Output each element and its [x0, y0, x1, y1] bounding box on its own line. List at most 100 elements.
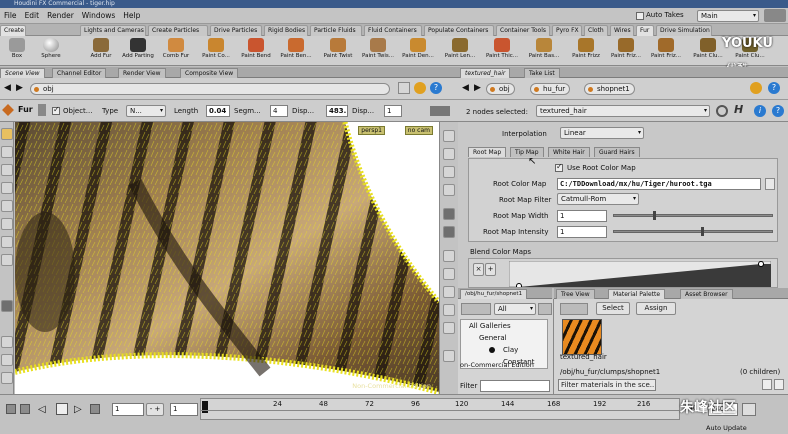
lightbulb-icon[interactable]	[414, 82, 426, 94]
disp1-field[interactable]: 483.	[326, 105, 348, 117]
tool-paint-base[interactable]: Paint Bas...	[524, 38, 564, 59]
menu-render[interactable]: Render	[43, 11, 78, 20]
step-back-icon[interactable]	[20, 404, 30, 414]
translate-tool-icon[interactable]	[1, 146, 13, 158]
realtime-toggle-icon[interactable]	[742, 403, 756, 416]
snap-tool-icon[interactable]	[1, 336, 13, 348]
frame-ruler[interactable]: 24 48 72 96 120 144 168 192 216	[200, 398, 680, 420]
hda-icon[interactable]: H	[734, 103, 743, 116]
shade-icon[interactable]	[443, 184, 455, 196]
tree-item-general[interactable]: General	[479, 334, 507, 342]
tab-root-map[interactable]: Root Map	[468, 147, 507, 157]
gallery-view-icon[interactable]	[461, 303, 491, 315]
shelf-tab-container-tools[interactable]: Container Tools	[496, 25, 550, 36]
tab-channel-editor[interactable]: Channel Editor	[52, 68, 107, 78]
right-back-icon[interactable]: ◀	[462, 83, 469, 93]
tool-paint-color[interactable]: Paint Co...	[196, 38, 236, 59]
shelf-tab-rigid-bodies[interactable]: Rigid Bodies	[264, 25, 308, 36]
handle-tool-icon[interactable]	[1, 200, 13, 212]
tab-textured-hair[interactable]: textured_hair	[460, 68, 511, 78]
select-button[interactable]: Select	[596, 302, 630, 315]
root-map-intensity-thumb[interactable]	[701, 227, 704, 236]
ramp-add-button[interactable]: +	[485, 263, 496, 276]
type-select[interactable]: N... ▾	[126, 105, 166, 117]
grid-tool-icon[interactable]	[1, 372, 13, 384]
file-browse-icon[interactable]	[765, 178, 775, 190]
ramp-delete-button[interactable]: ×	[473, 263, 484, 276]
palette-list-icon[interactable]	[560, 303, 588, 315]
tab-guard-hairs[interactable]: Guard Hairs	[594, 147, 640, 157]
node-select[interactable]: textured_hair ▾	[536, 105, 710, 117]
render-icon[interactable]	[443, 350, 455, 362]
right-path-hu-fur[interactable]: hu_fur	[530, 83, 571, 95]
palette-clear-icon[interactable]	[762, 379, 772, 390]
shelf-tab-particle-fluids[interactable]: Particle Fluids	[310, 25, 362, 36]
assign-button[interactable]: Assign	[636, 302, 676, 315]
tab-composite-view[interactable]: Composite View	[180, 68, 239, 78]
shelf-tab-drive-simulation[interactable]: Drive Simulation	[656, 25, 712, 36]
use-root-color-map-checkbox[interactable]	[555, 162, 563, 172]
light-opts-icon[interactable]	[443, 226, 455, 238]
disp2-field[interactable]: 1	[384, 105, 402, 117]
root-map-width-slider[interactable]	[613, 214, 773, 217]
play-icon[interactable]: ▷	[74, 404, 82, 415]
tab-render-view[interactable]: Render View	[118, 68, 166, 78]
root-map-filter-select[interactable]: Catmull-Rom ▾	[557, 193, 639, 205]
current-frame-field[interactable]: 1	[112, 403, 144, 416]
shelf-tab-create[interactable]: Create	[0, 25, 26, 36]
right-lightbulb-icon[interactable]	[750, 82, 762, 94]
blend-ramp[interactable]: × +	[468, 258, 778, 288]
tool-paint-bend-2[interactable]: Paint Ben...	[276, 38, 316, 59]
auto-takes-checkbox[interactable]	[636, 12, 644, 20]
menu-help[interactable]: Help	[119, 11, 144, 20]
shelf-tab-lights[interactable]: Lights and Cameras	[80, 25, 146, 36]
right-help-icon[interactable]: ?	[768, 82, 780, 94]
help-icon[interactable]: ?	[430, 82, 442, 94]
root-map-intensity-field[interactable]: 1	[557, 226, 607, 238]
tool-paint-length[interactable]: Paint Len...	[440, 38, 480, 59]
frame-stepper[interactable]: - +	[146, 403, 164, 416]
tool-paint-twist[interactable]: Paint Twist	[318, 38, 358, 59]
display-opts-icon[interactable]	[443, 208, 455, 220]
shelf-tab-pyro[interactable]: Pyro FX	[552, 25, 582, 36]
root-color-map-field[interactable]: C:/TDDownload/mx/hu/Tiger/huroot.tga	[557, 178, 761, 190]
shelf-tab-wires[interactable]: Wires	[610, 25, 634, 36]
rotate-tool-icon[interactable]	[1, 164, 13, 176]
gallery-filter-input[interactable]	[480, 380, 550, 392]
viewport[interactable]: persp1 no cam Non-Commercial Edition	[15, 122, 439, 394]
tool-paint-frizz-3[interactable]: Paint Friz...	[646, 38, 686, 59]
camera-menu[interactable]: persp1	[358, 126, 385, 135]
tab-scene-view[interactable]: Scene View	[0, 68, 45, 78]
home-icon[interactable]	[443, 304, 455, 316]
camera-icon[interactable]	[443, 286, 455, 298]
tool-paint-thickness[interactable]: Paint Thic...	[482, 38, 522, 59]
strip-end-gear-icon[interactable]	[430, 106, 450, 116]
tool-sphere[interactable]: Sphere	[34, 38, 68, 59]
scale-tool-icon[interactable]	[1, 182, 13, 194]
tab-take-list[interactable]: Take List	[524, 68, 560, 78]
tool-add-parting[interactable]: Add Parting	[118, 38, 158, 59]
pose-tool-icon[interactable]	[1, 218, 13, 230]
menu-edit[interactable]: Edit	[21, 11, 44, 20]
length-field[interactable]: 0.04	[206, 105, 230, 117]
tab-white-hair[interactable]: White Hair	[548, 147, 590, 157]
menu-file[interactable]: File	[0, 11, 21, 20]
root-map-intensity-slider[interactable]	[613, 230, 773, 233]
menu-windows[interactable]: Windows	[78, 11, 119, 20]
tool-paint-bend[interactable]: Paint Bend	[236, 38, 276, 59]
left-path-obj[interactable]: obj	[30, 83, 390, 95]
jump-start-icon[interactable]	[6, 404, 16, 414]
tab-tree-view[interactable]: Tree View	[556, 289, 595, 299]
tool-paint-frizz[interactable]: Paint Frizz	[566, 38, 606, 59]
desktop-select[interactable]: Main ▾	[697, 10, 759, 22]
frame-icon[interactable]	[443, 322, 455, 334]
persp-icon[interactable]	[443, 130, 455, 142]
playhead[interactable]	[202, 401, 208, 413]
tool-comb-fur[interactable]: Comb Fur	[158, 38, 194, 59]
tool-paint-frizz-2[interactable]: Paint Friz...	[606, 38, 646, 59]
shelf-tab-cloth[interactable]: Cloth	[584, 25, 608, 36]
tab-gallery-path[interactable]: /obj/hu_fur/shopnet1	[460, 289, 528, 299]
display-menu[interactable]: no cam	[404, 126, 433, 135]
cube-icon[interactable]	[398, 82, 410, 94]
step-forward-icon[interactable]	[90, 404, 100, 414]
